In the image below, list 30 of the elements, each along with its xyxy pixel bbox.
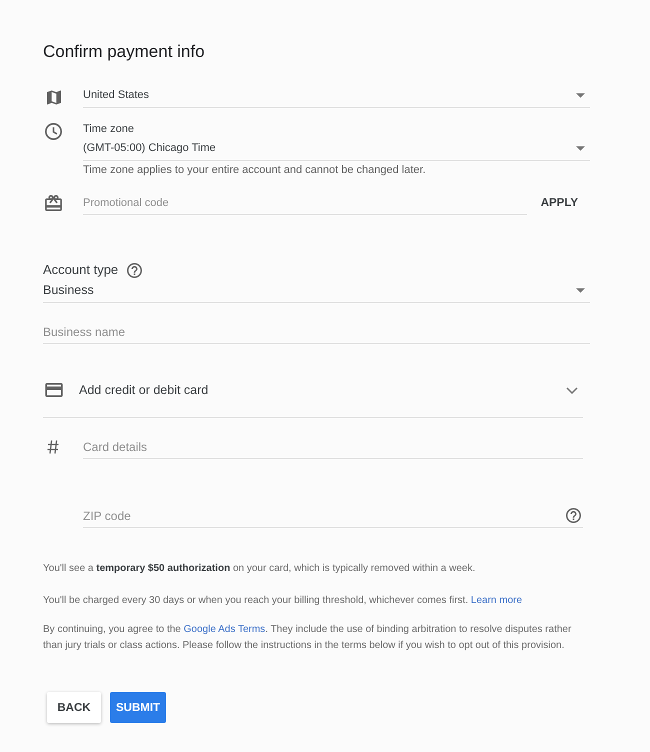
help-icon[interactable] bbox=[566, 508, 581, 523]
promo-code-field[interactable]: Promotional code bbox=[83, 191, 527, 215]
notice-text: By continuing, you agree to the Google Ads Terms. They include the use of binding arbitration to resolve disputes rather than jury trials or class actions. Please follow the instructions in the terms below if you wish to opt out of this provision. bbox=[43, 623, 572, 653]
map-icon bbox=[47, 90, 61, 105]
caret-icon bbox=[576, 92, 585, 98]
text-link[interactable]: Google Ads Terms bbox=[184, 624, 266, 635]
back-button[interactable]: BACK bbox=[47, 692, 101, 723]
hint-text: Time zone applies to your entire account and cannot be changed later. bbox=[83, 163, 427, 178]
text-link[interactable]: Learn more bbox=[470, 595, 522, 606]
field-label: Time zone bbox=[83, 122, 135, 137]
business-name-field[interactable]: Business name bbox=[43, 320, 590, 344]
submit-button[interactable]: SUBMIT bbox=[110, 692, 166, 723]
hash-icon bbox=[47, 440, 59, 454]
gift-icon bbox=[45, 195, 62, 211]
caret-icon bbox=[576, 288, 585, 292]
chevron-down-icon bbox=[566, 386, 578, 394]
help-icon[interactable] bbox=[127, 262, 142, 278]
clock-icon bbox=[45, 123, 62, 140]
payment-method-header[interactable]: Add credit or debit card bbox=[43, 370, 583, 418]
field-label: Account type bbox=[43, 261, 118, 279]
notice-text: You'll be charged every 30 days or when you reach your billing threshold, whichever comes first. Learn more bbox=[43, 594, 524, 608]
page-title: Confirm payment info bbox=[43, 41, 206, 63]
notice-text: You'll see a temporary $50 authorization on your card, which is typically removed within a week. bbox=[43, 562, 476, 576]
credit-card-icon bbox=[45, 383, 63, 397]
card-details-field[interactable]: Card details bbox=[83, 435, 583, 459]
country-select[interactable]: United States bbox=[83, 85, 590, 108]
time-zone-select[interactable]: (GMT-05:00) Chicago Time bbox=[83, 138, 590, 161]
apply-button[interactable]: APPLY bbox=[528, 191, 590, 215]
account-type-select[interactable]: Business bbox=[43, 280, 590, 303]
caret-icon bbox=[576, 146, 585, 150]
